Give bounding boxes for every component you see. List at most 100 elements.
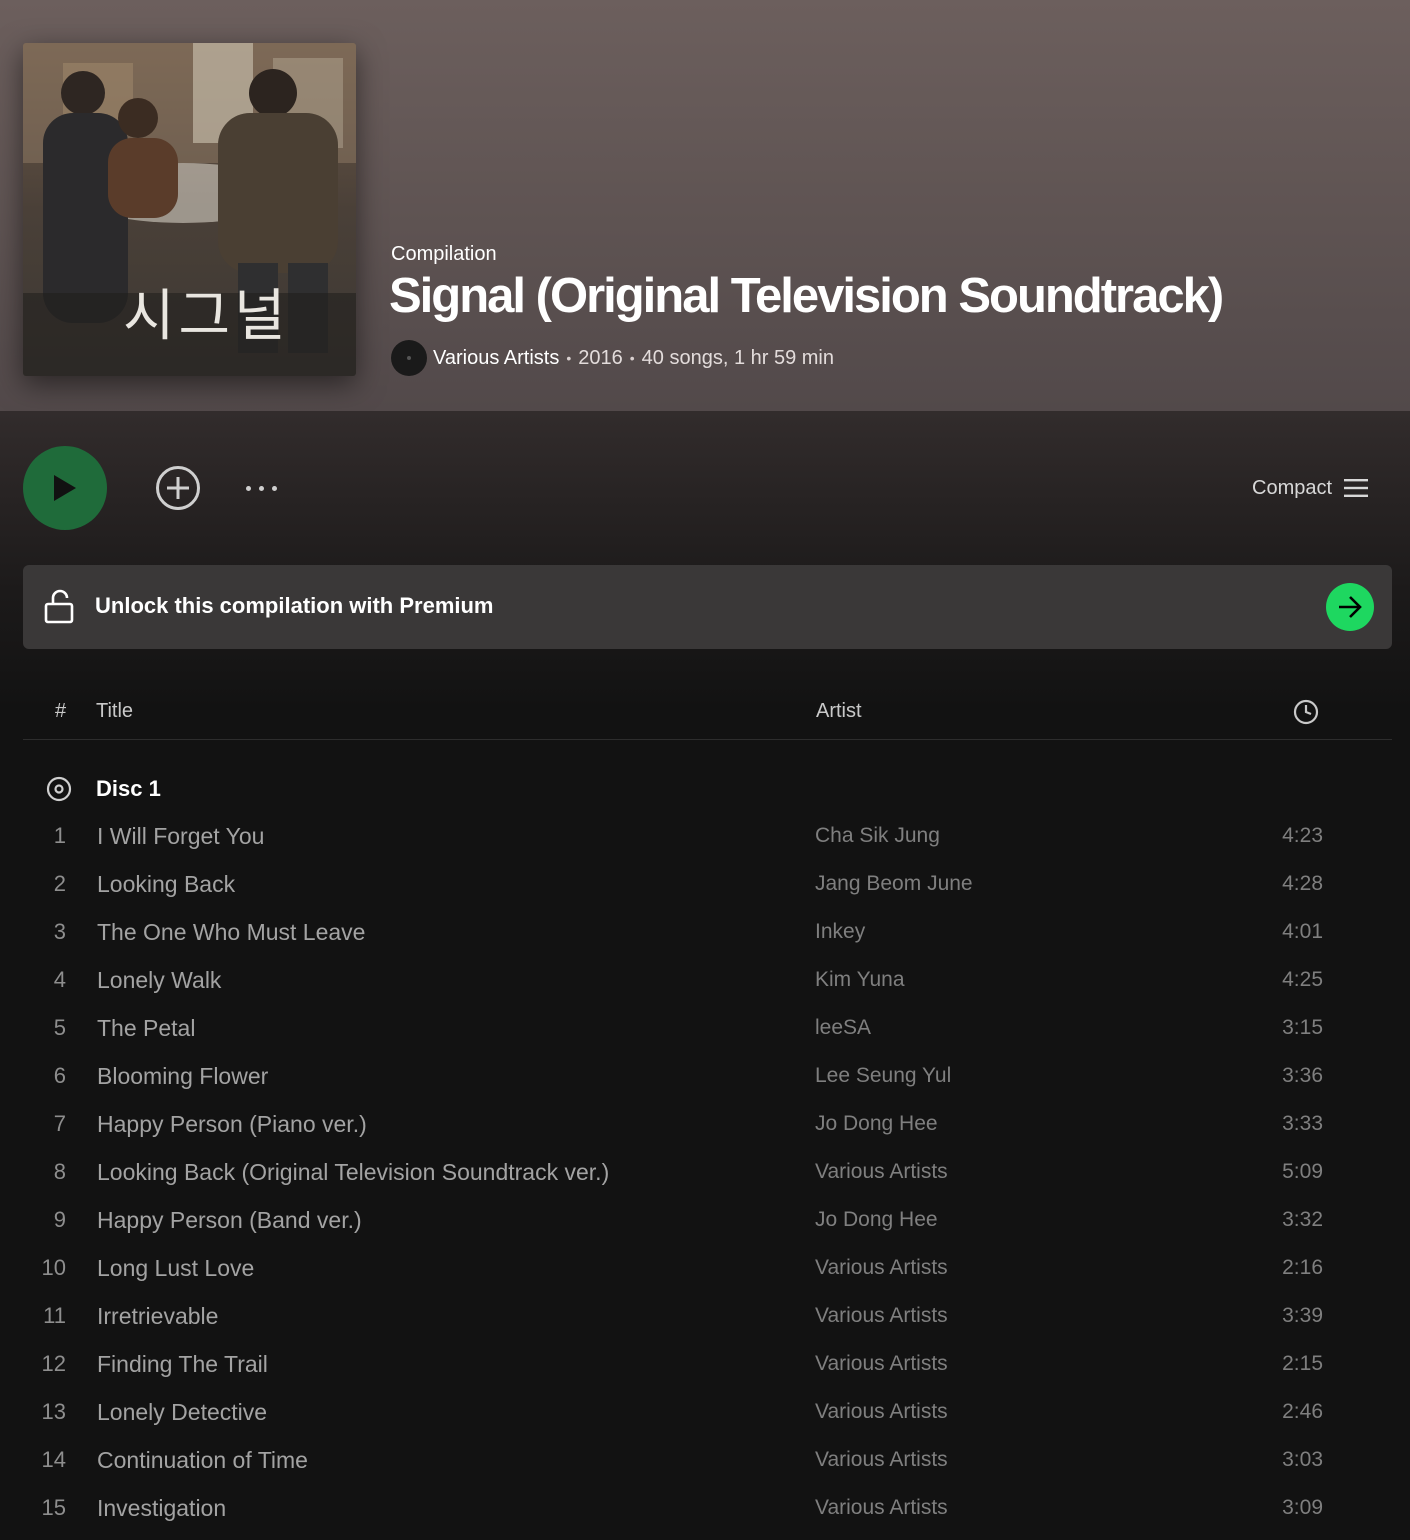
track-duration: 5:09: [1282, 1160, 1323, 1183]
track-number: 15: [41, 1495, 66, 1520]
track-artist[interactable]: Jang Beom June: [815, 872, 973, 896]
track-number: 3: [53, 919, 66, 944]
track-artist[interactable]: Lee Seung Yul: [815, 1064, 951, 1088]
track-title: Lonely Detective: [97, 1399, 268, 1425]
album-cover: 시그널: [23, 43, 356, 376]
list-icon: [1344, 479, 1369, 497]
track-duration: 3:36: [1282, 1064, 1323, 1087]
track-artist[interactable]: Jo Dong Hee: [815, 1208, 938, 1232]
add-circle-icon: [156, 466, 200, 510]
track-artist[interactable]: Kim Yuna: [815, 968, 905, 992]
arrow-right-icon: [1339, 596, 1362, 618]
track-number: 7: [53, 1111, 66, 1136]
track-duration: 3:15: [1282, 1016, 1323, 1039]
track-artist[interactable]: Various Artists: [815, 1496, 948, 1520]
column-title[interactable]: Title: [96, 700, 133, 723]
track-title: I Will Forget You: [97, 823, 265, 849]
track-number: 1: [53, 823, 66, 848]
disc-label: Disc 1: [96, 776, 161, 801]
artist-avatar[interactable]: [391, 340, 427, 376]
album-cover-title: 시그널: [123, 284, 290, 349]
view-toggle-button[interactable]: Compact: [1252, 472, 1369, 504]
track-row[interactable]: 13 Lonely Detective Various Artists 2:46: [23, 1389, 1392, 1437]
more-options-button[interactable]: [238, 470, 284, 506]
track-duration: 2:46: [1282, 1400, 1323, 1423]
disc-header: Disc 1: [46, 772, 161, 806]
track-artist[interactable]: Cha Sik Jung: [815, 824, 940, 848]
track-number: 14: [41, 1447, 66, 1472]
track-row[interactable]: 8 Looking Back (Original Television Soun…: [23, 1149, 1392, 1197]
action-bar-background: [0, 411, 1410, 711]
track-number: 6: [53, 1063, 66, 1088]
track-row[interactable]: 9 Happy Person (Band ver.) Jo Dong Hee 3…: [23, 1197, 1392, 1245]
add-to-library-button[interactable]: [155, 465, 201, 511]
track-artist[interactable]: Various Artists: [815, 1160, 948, 1184]
track-duration: 4:25: [1282, 968, 1323, 991]
column-number: #: [55, 700, 67, 722]
track-number: 2: [53, 871, 66, 896]
play-icon: [54, 475, 76, 501]
track-row[interactable]: 7 Happy Person (Piano ver.) Jo Dong Hee …: [23, 1101, 1392, 1149]
track-number: 11: [43, 1303, 66, 1328]
album-type-label: Compilation: [391, 243, 497, 265]
track-title: Looking Back (Original Television Soundt…: [97, 1159, 610, 1185]
track-artist[interactable]: Jo Dong Hee: [815, 1112, 938, 1136]
track-artist[interactable]: Various Artists: [815, 1304, 948, 1328]
track-row[interactable]: 6 Blooming Flower Lee Seung Yul 3:36: [23, 1053, 1392, 1101]
track-artist[interactable]: Various Artists: [815, 1448, 948, 1472]
album-stats: 40 songs, 1 hr 59 min: [641, 346, 834, 369]
track-duration: 3:09: [1282, 1496, 1323, 1519]
track-number: 10: [41, 1255, 66, 1280]
play-button[interactable]: [23, 446, 107, 530]
premium-banner-arrow-button[interactable]: [1326, 583, 1374, 631]
track-number: 4: [53, 967, 66, 992]
track-number: 13: [41, 1399, 66, 1424]
track-row[interactable]: 14 Continuation of Time Various Artists …: [23, 1437, 1392, 1485]
track-number: 12: [41, 1351, 66, 1376]
track-title: The One Who Must Leave: [97, 919, 366, 945]
track-title: Long Lust Love: [97, 1255, 255, 1281]
track-row[interactable]: 4 Lonely Walk Kim Yuna 4:25: [23, 957, 1392, 1005]
track-duration: 4:23: [1282, 824, 1323, 847]
track-duration: 4:01: [1282, 920, 1323, 943]
track-number: 9: [53, 1207, 66, 1232]
track-artist[interactable]: Various Artists: [815, 1400, 948, 1424]
unlock-icon: [44, 589, 74, 624]
album-header: 시그널 Compilation Signal (Original Televis…: [0, 0, 1410, 411]
track-number: 5: [53, 1015, 66, 1040]
premium-banner-text: Unlock this compilation with Premium: [95, 593, 494, 618]
track-duration: 2:15: [1282, 1352, 1323, 1375]
track-artist[interactable]: Various Artists: [815, 1256, 948, 1280]
more-dots-icon: [245, 485, 277, 491]
track-row[interactable]: 3 The One Who Must Leave Inkey 4:01: [23, 909, 1392, 957]
premium-banner[interactable]: Unlock this compilation with Premium: [23, 565, 1392, 649]
track-row[interactable]: 2 Looking Back Jang Beom June 4:28: [23, 861, 1392, 909]
track-artist[interactable]: leeSA: [815, 1016, 871, 1040]
track-artist[interactable]: Various Artists: [815, 1352, 948, 1376]
track-row[interactable]: 10 Long Lust Love Various Artists 2:16: [23, 1245, 1392, 1293]
track-row[interactable]: 11 Irretrievable Various Artists 3:39: [23, 1293, 1392, 1341]
clock-icon: [1293, 699, 1319, 725]
album-artist-link[interactable]: Various Artists: [433, 347, 559, 370]
track-duration: 3:39: [1282, 1304, 1323, 1327]
track-row[interactable]: 1 I Will Forget You Cha Sik Jung 4:23: [23, 813, 1392, 861]
tracklist-header: # Title Artist: [23, 690, 1392, 740]
track-title: Happy Person (Piano ver.): [97, 1111, 367, 1137]
track-row[interactable]: 15 Investigation Various Artists 3:09: [23, 1485, 1392, 1533]
track-title: Investigation: [97, 1495, 227, 1521]
track-row[interactable]: 5 The Petal leeSA 3:15: [23, 1005, 1392, 1053]
track-title: Finding The Trail: [97, 1351, 268, 1377]
track-list: 1 I Will Forget You Cha Sik Jung 4:23 2 …: [23, 813, 1392, 1533]
track-duration: 2:16: [1282, 1256, 1323, 1279]
track-duration: 4:28: [1282, 872, 1323, 895]
track-row[interactable]: 12 Finding The Trail Various Artists 2:1…: [23, 1341, 1392, 1389]
track-number: 8: [53, 1159, 66, 1184]
track-artist[interactable]: Inkey: [815, 920, 865, 944]
album-title: Signal (Original Television Soundtrack): [389, 269, 1224, 323]
column-artist[interactable]: Artist: [816, 700, 862, 723]
track-duration: 3:33: [1282, 1112, 1323, 1135]
track-title: Irretrievable: [97, 1303, 219, 1329]
track-title: Lonely Walk: [97, 967, 222, 993]
track-title: Looking Back: [97, 871, 236, 897]
track-title: Blooming Flower: [97, 1063, 269, 1089]
